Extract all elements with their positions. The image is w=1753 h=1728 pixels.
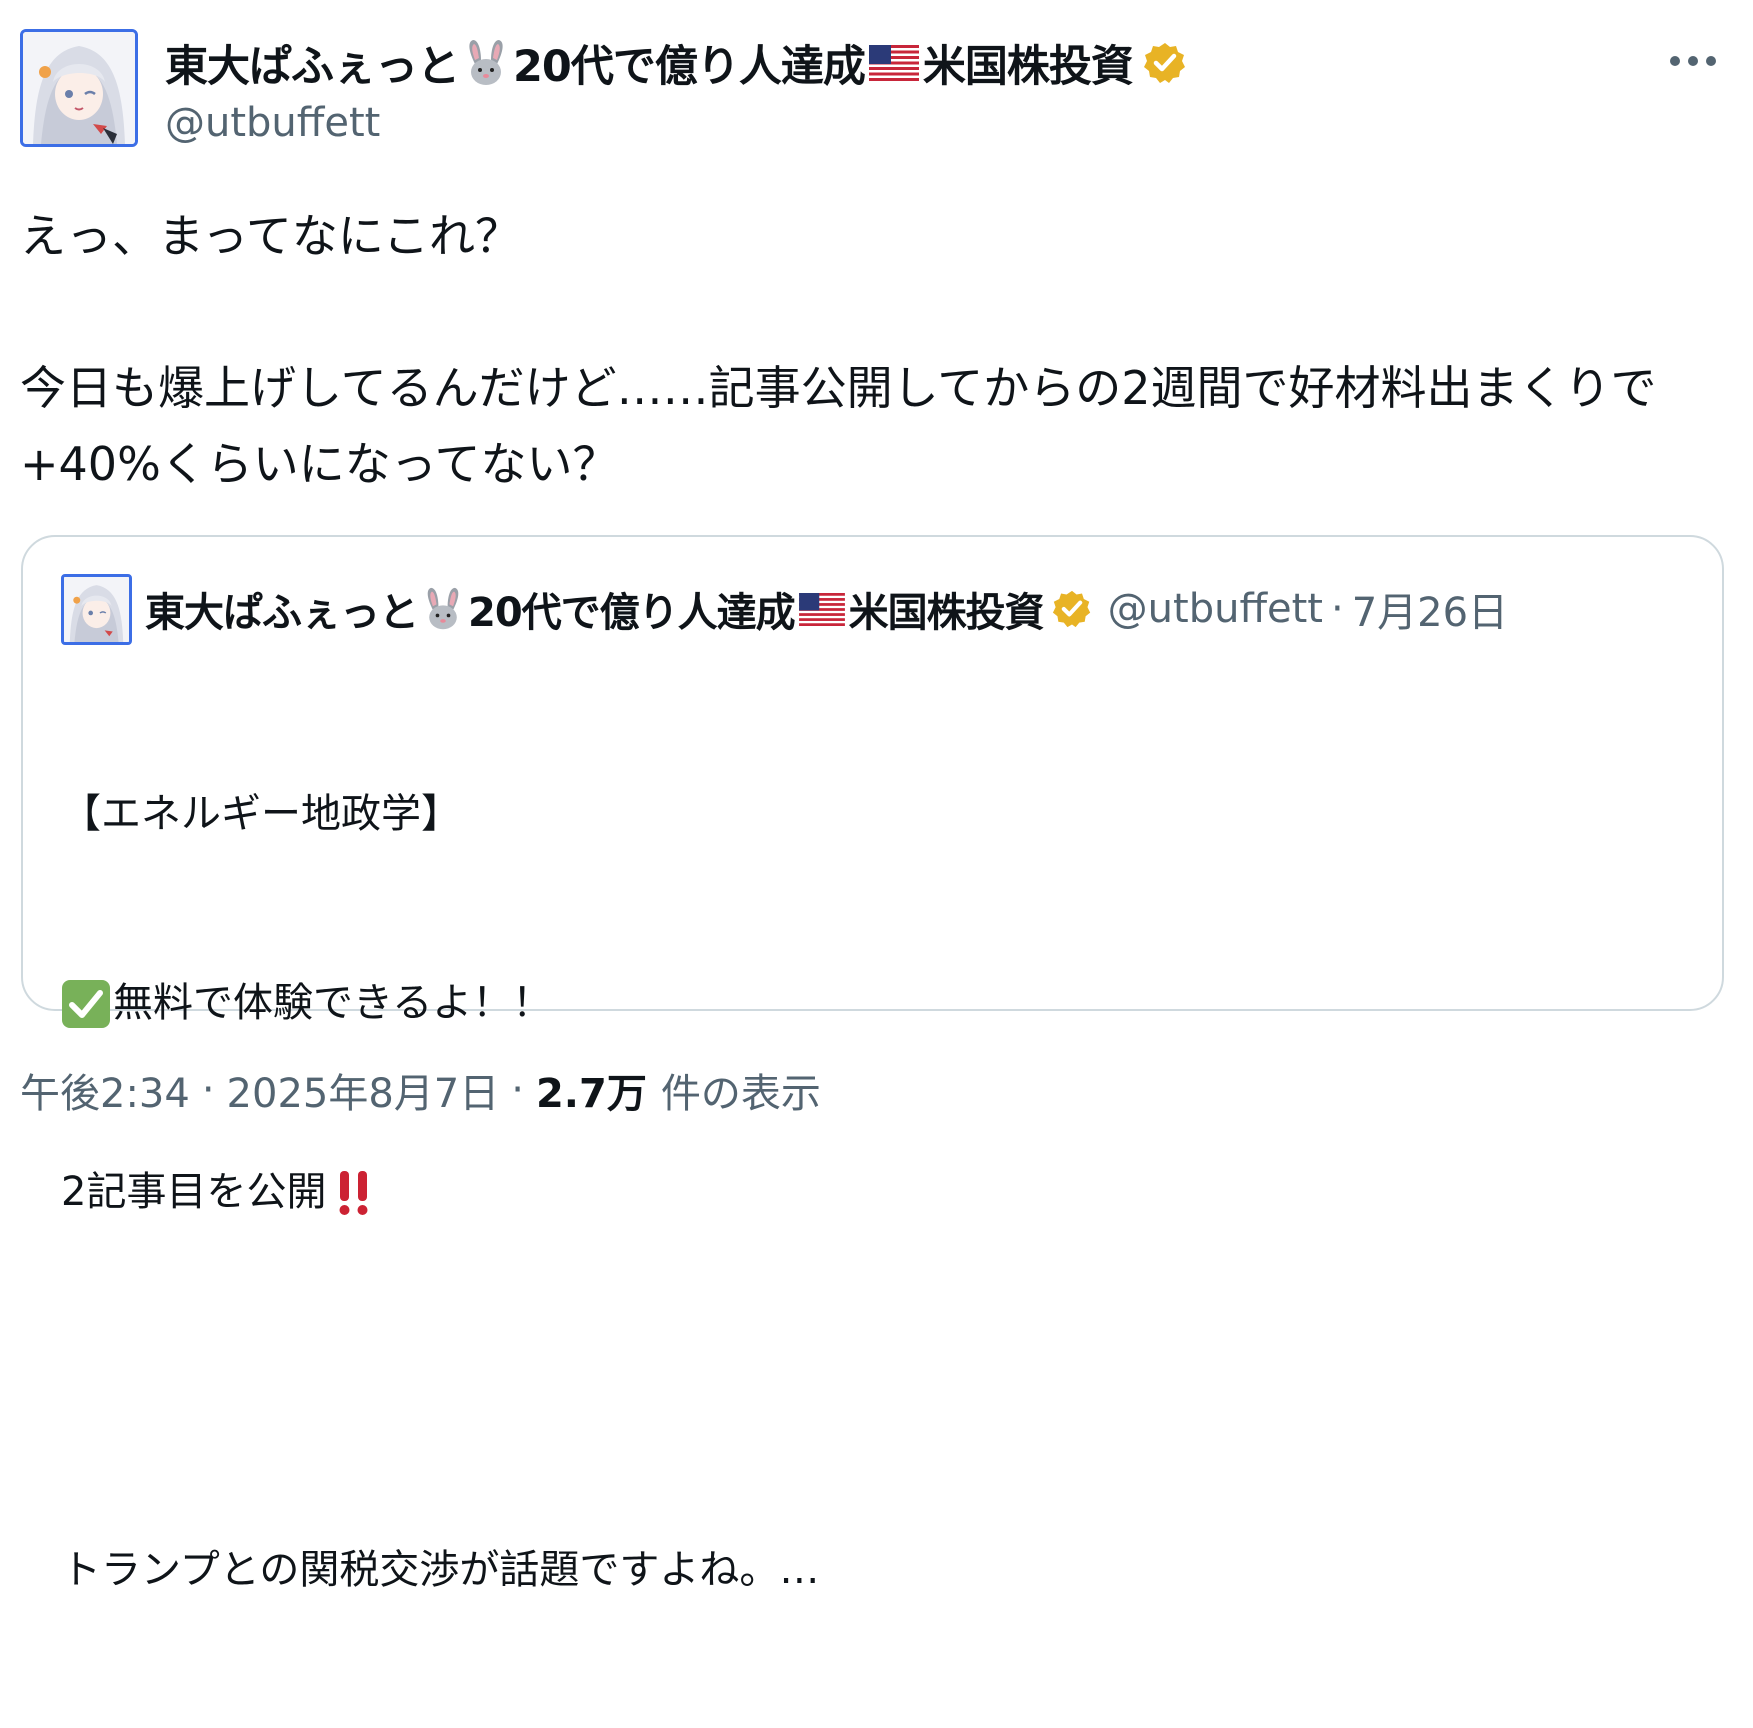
quoted-header: 東大ぱふぇっと 20代で億り人達成 米国株投資 @utbuffett · 7月2… bbox=[145, 573, 1508, 645]
author-name-part-3: 米国株投資 bbox=[922, 42, 1134, 92]
avatar-illustration-icon bbox=[64, 577, 129, 642]
author-handle[interactable]: @utbuffett bbox=[165, 100, 380, 146]
quoted-line-3: 2記事目を公開 bbox=[61, 1161, 1681, 1224]
more-options-button[interactable] bbox=[1658, 36, 1728, 86]
rabbit-face-icon bbox=[469, 40, 503, 85]
views-label: 件の表示 bbox=[660, 1071, 821, 1117]
views-count: 2.7万 bbox=[535, 1071, 647, 1117]
verified-badge-icon bbox=[1143, 43, 1185, 83]
tweet: 東大ぱふぇっと 20代で億り人達成 米国株投資 @utbuffett えっ、まっ… bbox=[0, 0, 1753, 1593]
quoted-line-2-text: 無料で体験できるよ！！ bbox=[113, 980, 553, 1026]
verified-badge-icon bbox=[1052, 590, 1090, 628]
us-flag-icon bbox=[868, 45, 919, 81]
more-horizontal-icon bbox=[1670, 56, 1716, 66]
quoted-line-2: 無料で体験できるよ！！ bbox=[61, 972, 1681, 1035]
quoted-name-part-3: 米国株投資 bbox=[848, 590, 1045, 636]
quoted-author-avatar bbox=[61, 574, 132, 645]
tweet-meta: 午後2:34 · 2025年8月7日 · 2.7万 件の表示 bbox=[20, 1060, 821, 1120]
quoted-name-part-2: 20代で億り人達成 bbox=[468, 590, 796, 636]
quoted-line-1: 【エネルギー地政学】 bbox=[61, 791, 461, 837]
rabbit-face-icon bbox=[427, 587, 459, 630]
author-name-part-1: 東大ぱふぇっと bbox=[165, 42, 460, 92]
quoted-blank-line bbox=[61, 1350, 1681, 1413]
quoted-line-3-text: 2記事目を公開 bbox=[61, 1169, 327, 1215]
us-flag-icon bbox=[798, 592, 845, 626]
quoted-line-5: トランプとの関税交渉が話題ですよね。… bbox=[61, 1547, 820, 1593]
quoted-tweet-card[interactable]: 東大ぱふぇっと 20代で億り人達成 米国株投資 @utbuffett · 7月2… bbox=[21, 535, 1724, 1593]
tweet-time[interactable]: 午後2:34 bbox=[20, 1061, 190, 1119]
author-avatar[interactable] bbox=[20, 29, 138, 147]
author-name[interactable]: 東大ぱふぇっと 20代で億り人達成 米国株投資 bbox=[165, 30, 1187, 96]
check-mark-button-icon bbox=[62, 979, 110, 1028]
avatar-illustration-icon bbox=[23, 32, 135, 144]
quoted-name-part-1: 東大ぱふぇっと bbox=[145, 590, 419, 636]
tweet-text: えっ、まってなにこれ？ 今日も爆上げしてるんだけど……記事公開してからの2週間で… bbox=[20, 209, 1657, 491]
quoted-date: 7月26日 bbox=[1351, 590, 1509, 636]
quoted-author-handle: @utbuffett bbox=[1107, 586, 1323, 632]
author-name-part-2: 20代で億り人達成 bbox=[513, 42, 866, 92]
meta-separator: · bbox=[511, 1067, 524, 1113]
double-exclamation-icon bbox=[339, 1170, 368, 1215]
meta-separator: · bbox=[201, 1067, 215, 1113]
quoted-separator: · bbox=[1330, 586, 1344, 632]
tweet-date[interactable]: 2025年8月7日 bbox=[227, 1061, 500, 1119]
quoted-text: 【エネルギー地政学】 無料で体験できるよ！！ 2記事目を公開 トランプとの関税交… bbox=[61, 657, 1681, 1728]
quoted-author-name: 東大ぱふぇっと 20代で億り人達成 米国株投資 bbox=[145, 580, 1092, 638]
